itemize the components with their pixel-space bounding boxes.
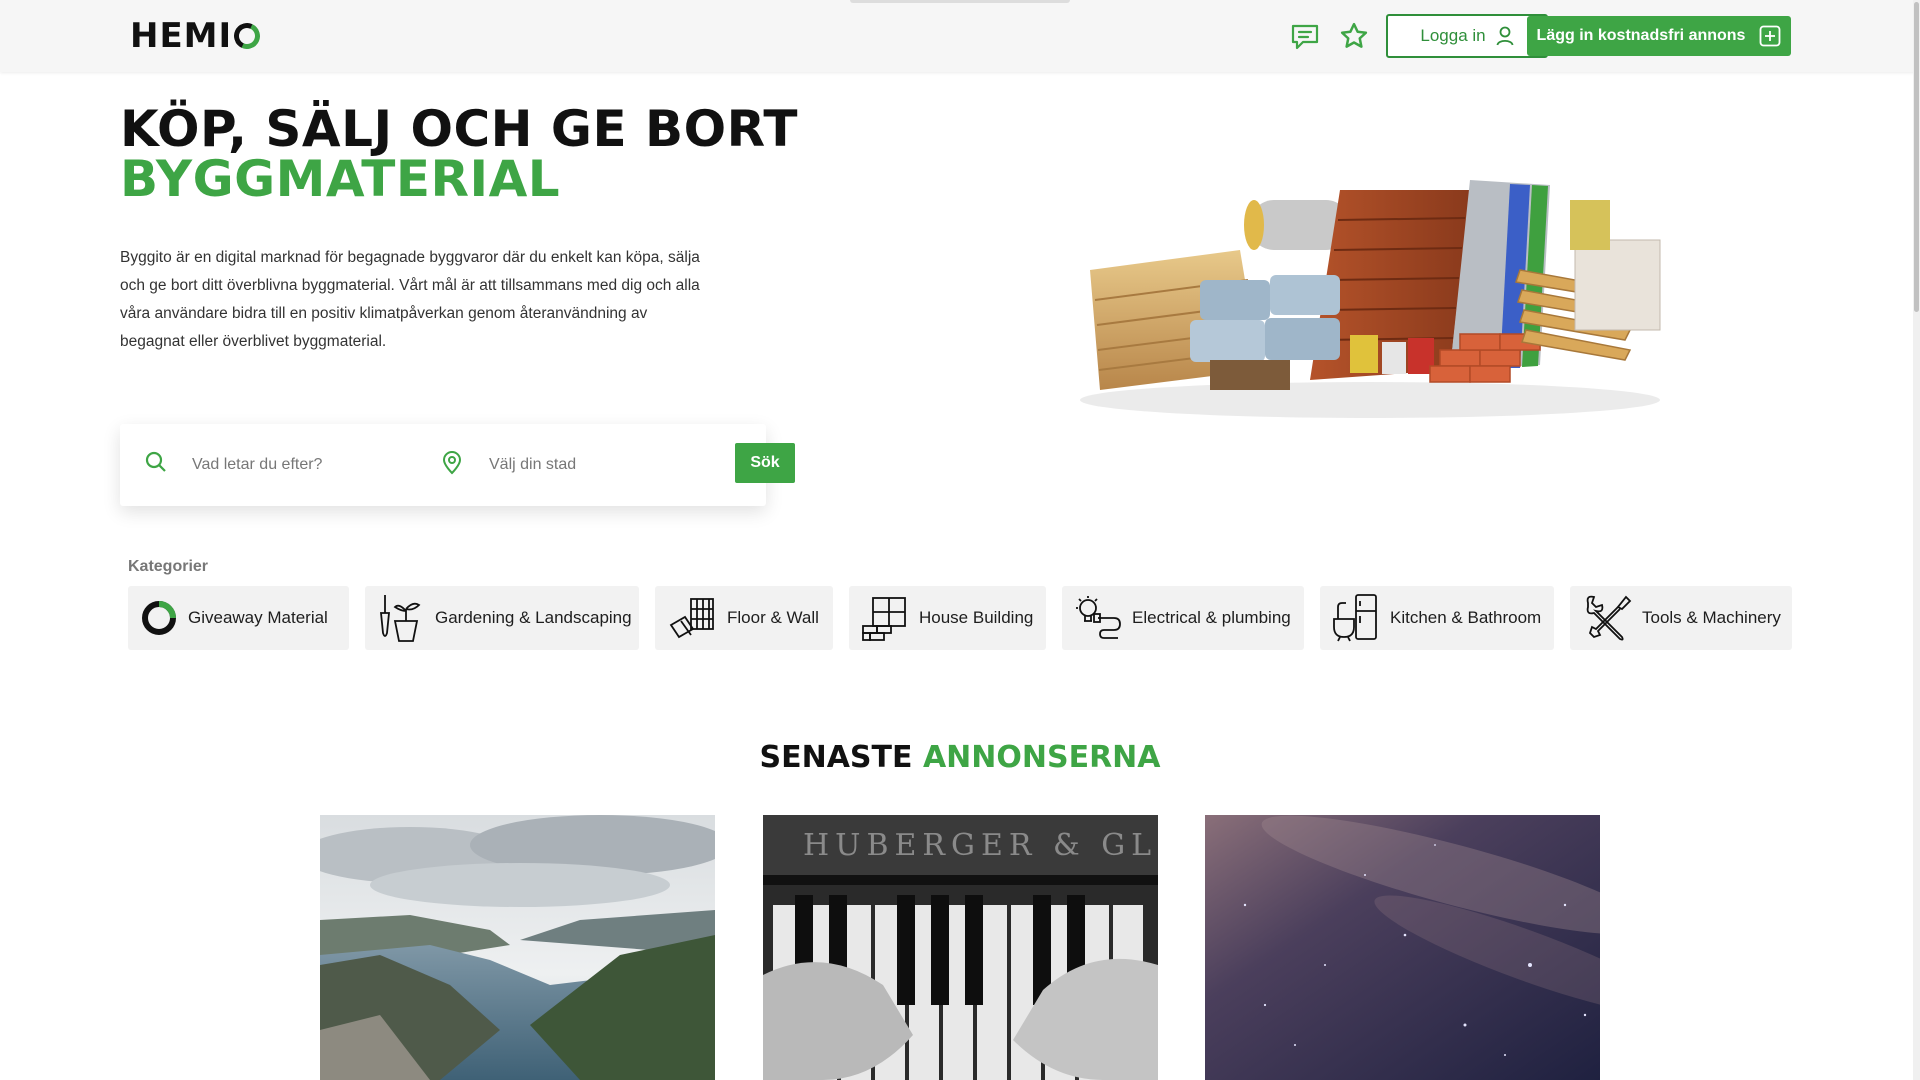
ad-card[interactable] — [320, 815, 715, 1080]
building-materials-image — [1080, 180, 1661, 418]
logo-text: HEMI — [130, 16, 233, 56]
top-header: HEMI Logga in Lägg in kostnadsfri annons — [0, 0, 1920, 72]
ad-image-night-sky — [1205, 815, 1600, 1080]
latest-ads-title-part1: SENASTE — [759, 740, 913, 775]
category-label: Kitchen & Bathroom — [1390, 608, 1542, 627]
giveaway-ring-icon — [142, 601, 176, 635]
ad-card[interactable] — [1205, 815, 1600, 1080]
hero-title-line2: BYGGMATERIAL — [120, 150, 561, 208]
messages-icon[interactable] — [1289, 20, 1321, 52]
category-tools-machinery[interactable]: Tools & Machinery — [1570, 586, 1792, 650]
category-house-building[interactable]: House Building — [849, 586, 1046, 650]
category-label: Giveaway Material — [188, 608, 328, 627]
category-kitchen-bathroom[interactable]: Kitchen & Bathroom — [1320, 586, 1554, 650]
latest-ads-title-part2: ANNONSERNA — [922, 740, 1161, 775]
svg-text:HUBERGER & GLOSS: HUBERGER & GLOSS — [803, 828, 1158, 863]
hero-title: KÖP, SÄLJ OCH GE BORT BYGGMATERIAL — [120, 104, 798, 204]
categories-heading: Kategorier — [128, 558, 209, 575]
kitchen-bathroom-icon — [1333, 594, 1377, 642]
category-floor-wall[interactable]: Floor & Wall — [655, 586, 833, 650]
scrollbar-thumb[interactable] — [1914, 2, 1919, 312]
category-label: Electrical & plumbing — [1132, 608, 1291, 627]
city-input[interactable] — [489, 450, 719, 480]
floor-wall-icon — [669, 598, 714, 639]
location-pin-icon — [442, 451, 462, 475]
electrical-plumbing-icon — [1076, 596, 1121, 639]
gardening-tools-icon — [380, 595, 421, 642]
house-building-icon — [862, 597, 906, 641]
login-label: Logga in — [1420, 26, 1486, 45]
category-label: Gardening & Landscaping — [435, 608, 632, 627]
ad-image-fjord — [320, 815, 715, 1080]
plus-square-icon — [1760, 25, 1781, 47]
tools-machinery-icon — [1586, 595, 1632, 641]
search-button[interactable]: Sök — [735, 443, 795, 483]
search-input[interactable] — [192, 450, 422, 480]
category-label: Floor & Wall — [727, 608, 819, 627]
category-label: House Building — [919, 608, 1034, 627]
post-free-ad-button[interactable]: Lägg in kostnadsfri annons — [1527, 16, 1791, 56]
latest-ads-heading: SENASTE ANNONSERNA — [0, 740, 1920, 775]
category-gardening-landscaping[interactable]: Gardening & Landscaping — [365, 586, 639, 650]
favorites-star-icon[interactable] — [1338, 20, 1370, 52]
category-electrical-plumbing[interactable]: Electrical & plumbing — [1062, 586, 1304, 650]
search-icon — [145, 451, 166, 472]
ad-image-piano: HUBERGER & GLOSS — [763, 815, 1158, 1080]
category-giveaway-material[interactable]: Giveaway Material — [128, 586, 349, 650]
logo[interactable]: HEMI — [130, 16, 264, 56]
top-tab-indicator — [850, 0, 1070, 3]
logo-o-ring-icon — [230, 19, 264, 53]
post-ad-label: Lägg in kostnadsfri annons — [1536, 27, 1746, 44]
hero-description: Byggito är en digital marknad för begagn… — [120, 249, 700, 350]
login-button[interactable]: Logga in — [1386, 14, 1548, 58]
user-icon — [1496, 26, 1514, 46]
category-label: Tools & Machinery — [1642, 608, 1781, 627]
ad-card[interactable]: HUBERGER & GLOSS — [763, 815, 1158, 1080]
